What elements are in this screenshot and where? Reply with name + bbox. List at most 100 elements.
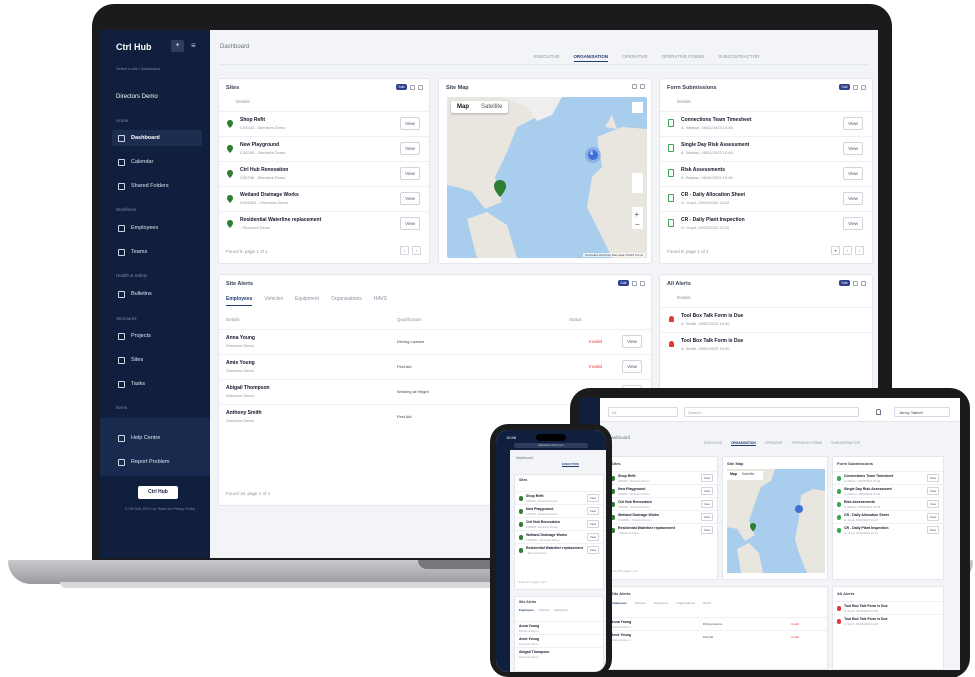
map-tab-satellite[interactable]: Satellite <box>742 472 754 476</box>
tab-vehicles[interactable]: Vehicles <box>539 608 549 612</box>
refresh-icon[interactable] <box>632 84 637 89</box>
tab-employees[interactable]: Employees <box>226 296 253 306</box>
bell-icon[interactable] <box>876 409 881 415</box>
zoom-out-icon[interactable]: − <box>635 220 640 229</box>
view-button[interactable]: View <box>701 526 713 534</box>
table-row[interactable]: Anna Young Directors Demo Driving Licence I… <box>607 617 827 630</box>
tab-organisation[interactable]: ORGANISATION <box>573 54 609 62</box>
table-row[interactable]: Connections Team Timesheet A. Watson, 08/… <box>660 111 872 136</box>
settings-icon[interactable] <box>640 280 645 286</box>
table-row[interactable]: Single Day Risk Assessment A. Watson, 08/… <box>833 484 943 497</box>
table-row[interactable]: Connections Team Timesheet A. Watson, 08/… <box>833 471 943 484</box>
tab-subcontractor[interactable]: SUBCONTRACTOR <box>719 54 760 62</box>
table-row[interactable]: Anna Young Directors Demo Driving Licence I… <box>219 329 651 354</box>
table-row[interactable]: Tool Box Talk Form is Due A. Smith, 08/02… <box>833 601 943 614</box>
tab-executive[interactable]: EXECUTIVE <box>704 441 722 446</box>
tab-equipment[interactable]: Equipment <box>295 296 319 306</box>
cluster-marker[interactable] <box>795 505 803 513</box>
table-row[interactable]: Tool Box Talk Form is Due A. Smith, 08/02… <box>833 614 943 627</box>
view-button[interactable]: View <box>622 335 642 348</box>
table-row[interactable]: Tool Box Talk Form is Due A. Smith, 08/02… <box>660 307 872 332</box>
table-row[interactable]: Residential Waterline replacement - Direc… <box>607 523 717 536</box>
table-row[interactable]: Amie Young Directors Demo First Aid Invalid… <box>219 354 651 379</box>
table-row[interactable]: Ctrl Hub Renovation C00248 - Directors De… <box>515 517 603 530</box>
sidebar-item-tasks[interactable]: Tasks <box>112 376 202 392</box>
zoom-in-icon[interactable]: + <box>635 210 640 219</box>
prev-page-button[interactable]: ‹ <box>843 246 852 255</box>
breadcrumb[interactable]: Dashboard <box>516 456 533 460</box>
table-row[interactable]: Shop Refit C00243 - Directors Demo View <box>219 111 429 136</box>
tab-havs[interactable]: HAVS <box>703 601 711 605</box>
table-row[interactable]: Wetland Drainage Works KU00351 - Director… <box>607 510 717 523</box>
view-button[interactable]: View <box>400 117 420 130</box>
table-row[interactable]: CR - Daily Allocation Sheet G. Lloyd, 03/… <box>833 510 943 523</box>
view-button[interactable]: View <box>701 500 713 508</box>
table-row[interactable]: Tool Box Talk Form is Due A. Smith, 08/02… <box>660 332 872 357</box>
view-button[interactable]: View <box>701 474 713 482</box>
prev-page-button[interactable]: ‹ <box>400 246 409 255</box>
view-button[interactable]: View <box>622 360 642 373</box>
view-button[interactable]: View <box>927 500 939 508</box>
view-button[interactable]: View <box>843 117 863 130</box>
view-button[interactable]: View <box>400 142 420 155</box>
table-row[interactable]: Amie Young Directors Demo First Aid Invalid <box>607 630 827 643</box>
tab-executive[interactable]: EXECUTIVE <box>562 462 580 467</box>
tab-organisations[interactable]: Organisations <box>331 296 362 306</box>
page-size-select[interactable]: ▾ <box>831 246 840 255</box>
refresh-icon[interactable] <box>632 280 637 286</box>
view-button[interactable]: View <box>927 513 939 521</box>
table-row[interactable]: Risk Assessments A. Watson, 08/02/2023 10… <box>660 161 872 186</box>
hamburger-icon[interactable]: ≡ <box>191 41 196 50</box>
sub-badge[interactable]: Sub <box>618 280 629 286</box>
search-scope-select[interactable]: All <box>608 407 678 417</box>
settings-icon[interactable] <box>418 84 423 90</box>
view-button[interactable]: View <box>843 192 863 205</box>
table-row[interactable]: Residential Waterline replacement - Dire… <box>219 211 429 236</box>
view-button[interactable]: View <box>587 494 599 502</box>
table-row[interactable]: Amie Young Directors Demo <box>515 634 603 647</box>
tab-operative[interactable]: OPERATIVE <box>765 441 783 446</box>
map-tab-satellite[interactable]: Satellite <box>475 101 508 113</box>
sidebar-item-calendar[interactable]: Calendar <box>112 154 202 170</box>
table-row[interactable]: CR - Daily Allocation Sheet G. Lloyd, 03/… <box>660 186 872 211</box>
user-menu[interactable]: Jenny Tabnet <box>894 407 950 417</box>
table-row[interactable]: CR - Daily Plant Inspection G. Lloyd, 03/… <box>660 211 872 236</box>
tab-employees[interactable]: Employees <box>611 601 627 605</box>
table-row[interactable]: New Playground C00256 - Directors Demo Vie… <box>515 504 603 517</box>
tab-operative-forms[interactable]: OPERATIVE FORMS <box>662 54 705 62</box>
table-row[interactable]: Wetland Drainage Works KU00351 - Directo… <box>219 186 429 211</box>
view-button[interactable]: View <box>400 192 420 205</box>
table-row[interactable]: New Playground C00256 - Directors Demo Vie… <box>607 484 717 497</box>
table-row[interactable]: Ctrl Hub Renovation C00248 - Directors De… <box>607 497 717 510</box>
street-view-button[interactable] <box>632 173 643 193</box>
site-map[interactable]: + − Map Satellite 4 Keyboard shortcuts M… <box>447 97 647 258</box>
tab-operative-forms[interactable]: OPERATIVE FORMS <box>792 441 822 446</box>
view-button[interactable]: View <box>701 513 713 521</box>
sub-badge[interactable]: Sub <box>839 280 850 286</box>
view-button[interactable]: View <box>400 217 420 230</box>
sub-badge[interactable]: Sub <box>396 84 407 90</box>
table-row[interactable]: Residential Waterline replacement - Direc… <box>515 543 603 556</box>
quick-add-button[interactable]: + <box>171 40 184 52</box>
settings-icon[interactable] <box>861 84 866 90</box>
tab-subcontractor[interactable]: SUBCONTRACTOR <box>831 441 860 446</box>
view-button[interactable]: View <box>927 526 939 534</box>
sidebar-item-bulletins[interactable]: Bulletins <box>112 286 202 302</box>
view-button[interactable]: View <box>843 217 863 230</box>
tab-equipment[interactable]: Equipment <box>654 601 668 605</box>
view-button[interactable]: View <box>587 546 599 554</box>
brand-logo[interactable]: Ctrl Hub <box>116 42 152 52</box>
address-bar[interactable]: dashboard.ctrlhub.com <box>514 443 588 448</box>
search-input[interactable]: Search... <box>684 407 859 417</box>
view-button[interactable]: View <box>701 487 713 495</box>
map-canvas[interactable]: + − <box>447 97 647 258</box>
view-button[interactable]: View <box>927 487 939 495</box>
view-button[interactable]: View <box>927 474 939 482</box>
view-button[interactable]: View <box>587 520 599 528</box>
tab-vehicles[interactable]: Vehicles <box>635 601 646 605</box>
next-page-button[interactable]: › <box>412 246 421 255</box>
map-canvas[interactable] <box>727 469 825 573</box>
next-page-button[interactable]: › <box>855 246 864 255</box>
map-tab-map[interactable]: Map <box>451 101 475 113</box>
view-button[interactable]: View <box>587 507 599 515</box>
